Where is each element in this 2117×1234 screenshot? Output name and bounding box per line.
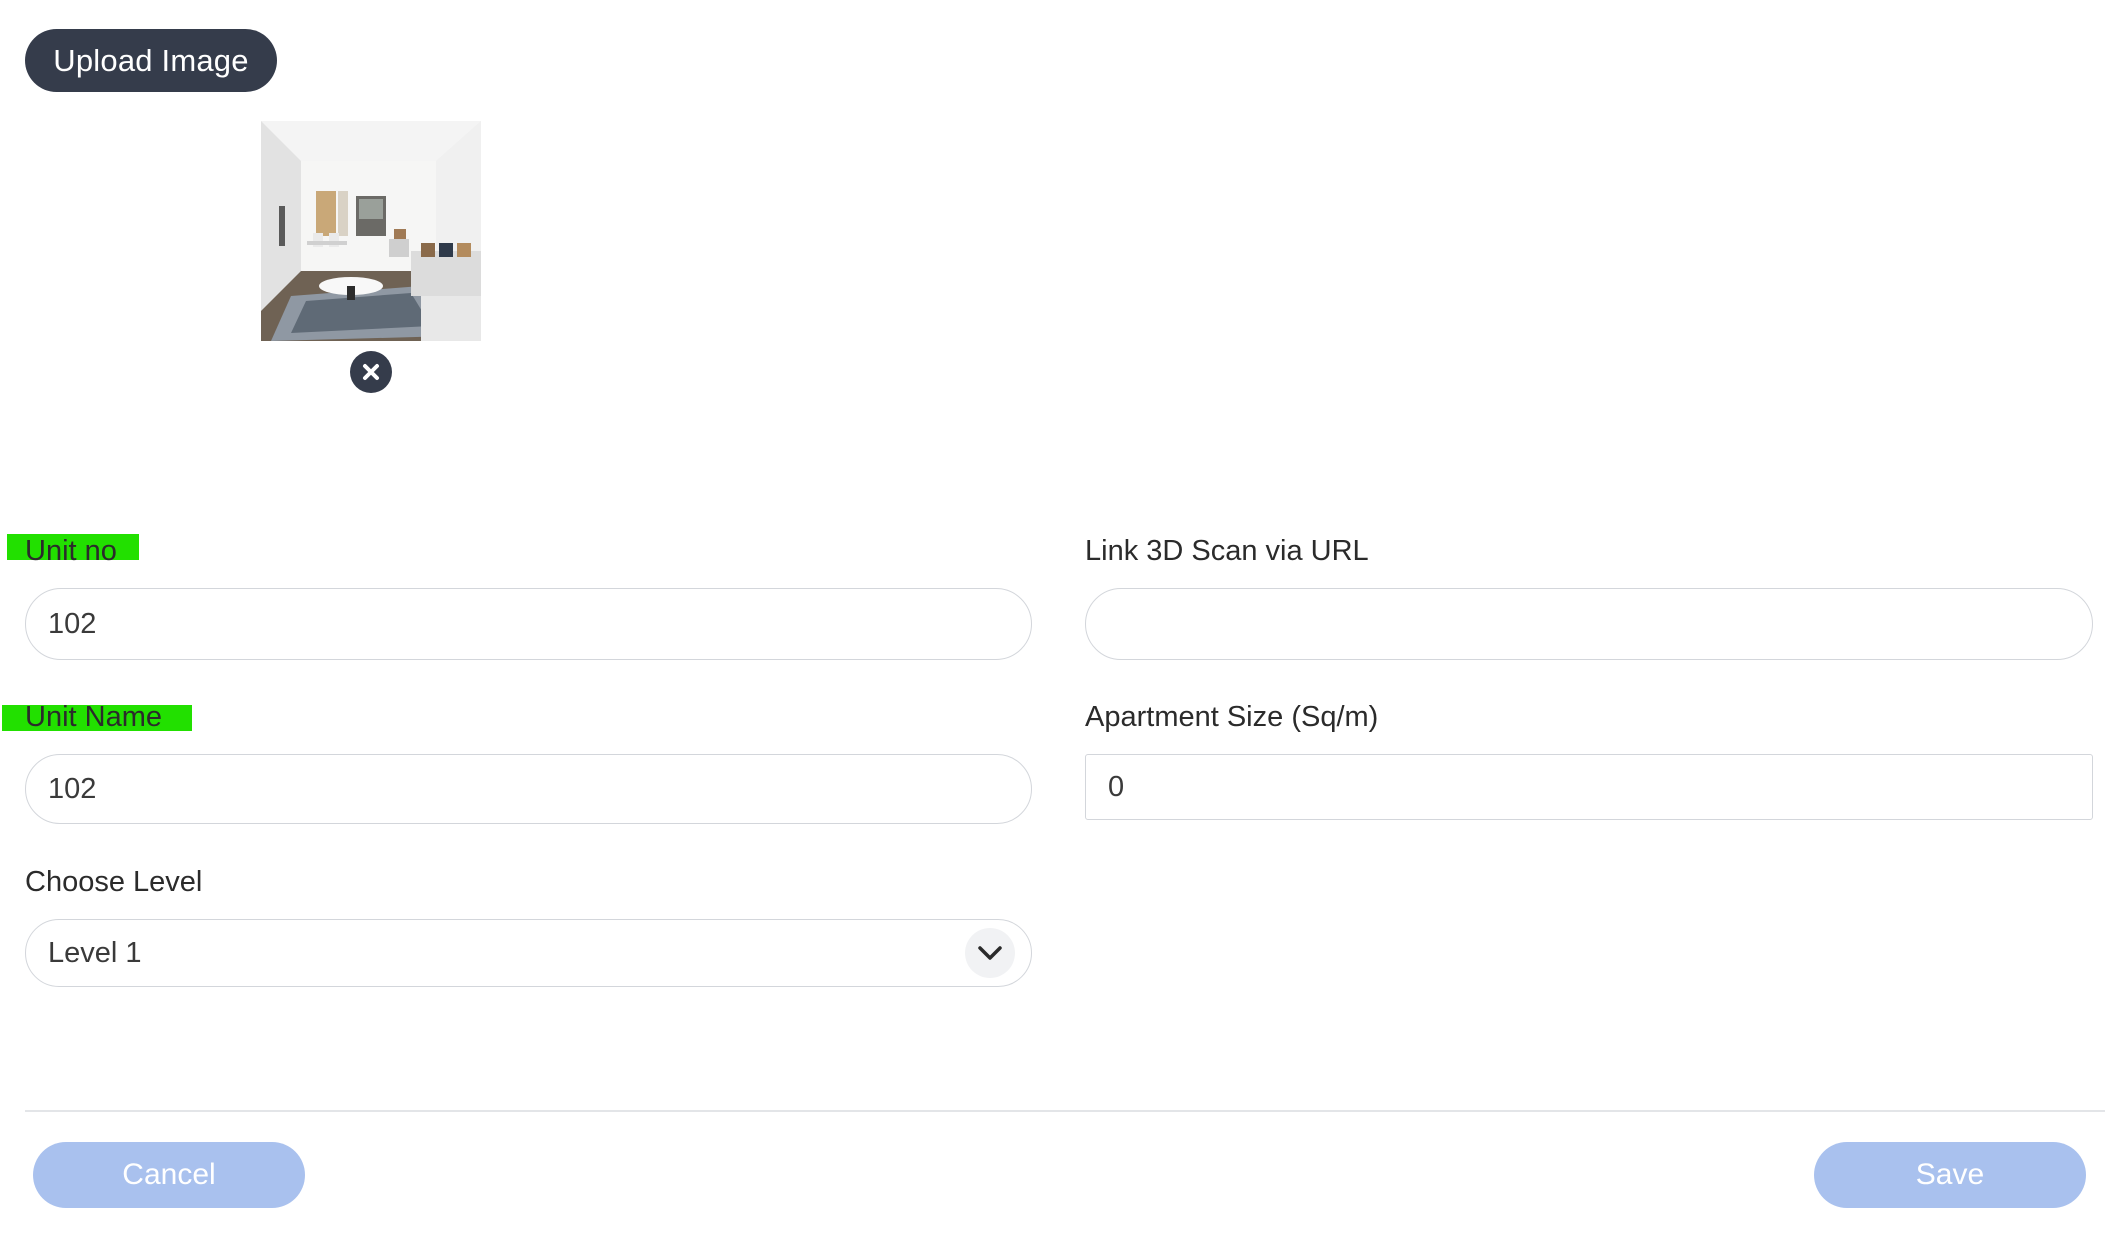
save-label: Save (1915, 1158, 1985, 1191)
unit-name-value: 102 (48, 772, 97, 805)
unit-no-input[interactable]: 102 (25, 588, 1032, 660)
upload-image-label: Upload Image (53, 42, 249, 78)
unit-no-value: 102 (48, 607, 97, 640)
upload-image-button[interactable]: Upload Image (25, 29, 277, 92)
chevron-down-icon[interactable] (965, 928, 1015, 978)
room-photo (261, 121, 481, 341)
save-button[interactable]: Save (1814, 1142, 2086, 1208)
apartment-size-label: Apartment Size (Sq/m) (1085, 701, 1379, 733)
cancel-button[interactable]: Cancel (33, 1142, 305, 1208)
image-thumbnail (261, 121, 481, 341)
apartment-size-input[interactable]: 0 (1085, 754, 2093, 820)
choose-level-value: Level 1 (48, 936, 142, 969)
unit-no-label: Unit no (25, 535, 117, 567)
close-icon (363, 364, 379, 380)
choose-level-select[interactable]: Level 1 (25, 919, 1032, 987)
cancel-label: Cancel (122, 1158, 216, 1191)
apartment-size-value: 0 (1108, 770, 1125, 803)
scan-url-label: Link 3D Scan via URL (1085, 535, 1369, 567)
unit-name-label: Unit Name (25, 701, 162, 733)
scan-url-input[interactable] (1085, 588, 2093, 660)
choose-level-label: Choose Level (25, 866, 203, 898)
footer-divider (25, 1110, 2105, 1112)
remove-image-button[interactable] (350, 351, 392, 393)
unit-name-input[interactable]: 102 (25, 754, 1032, 824)
